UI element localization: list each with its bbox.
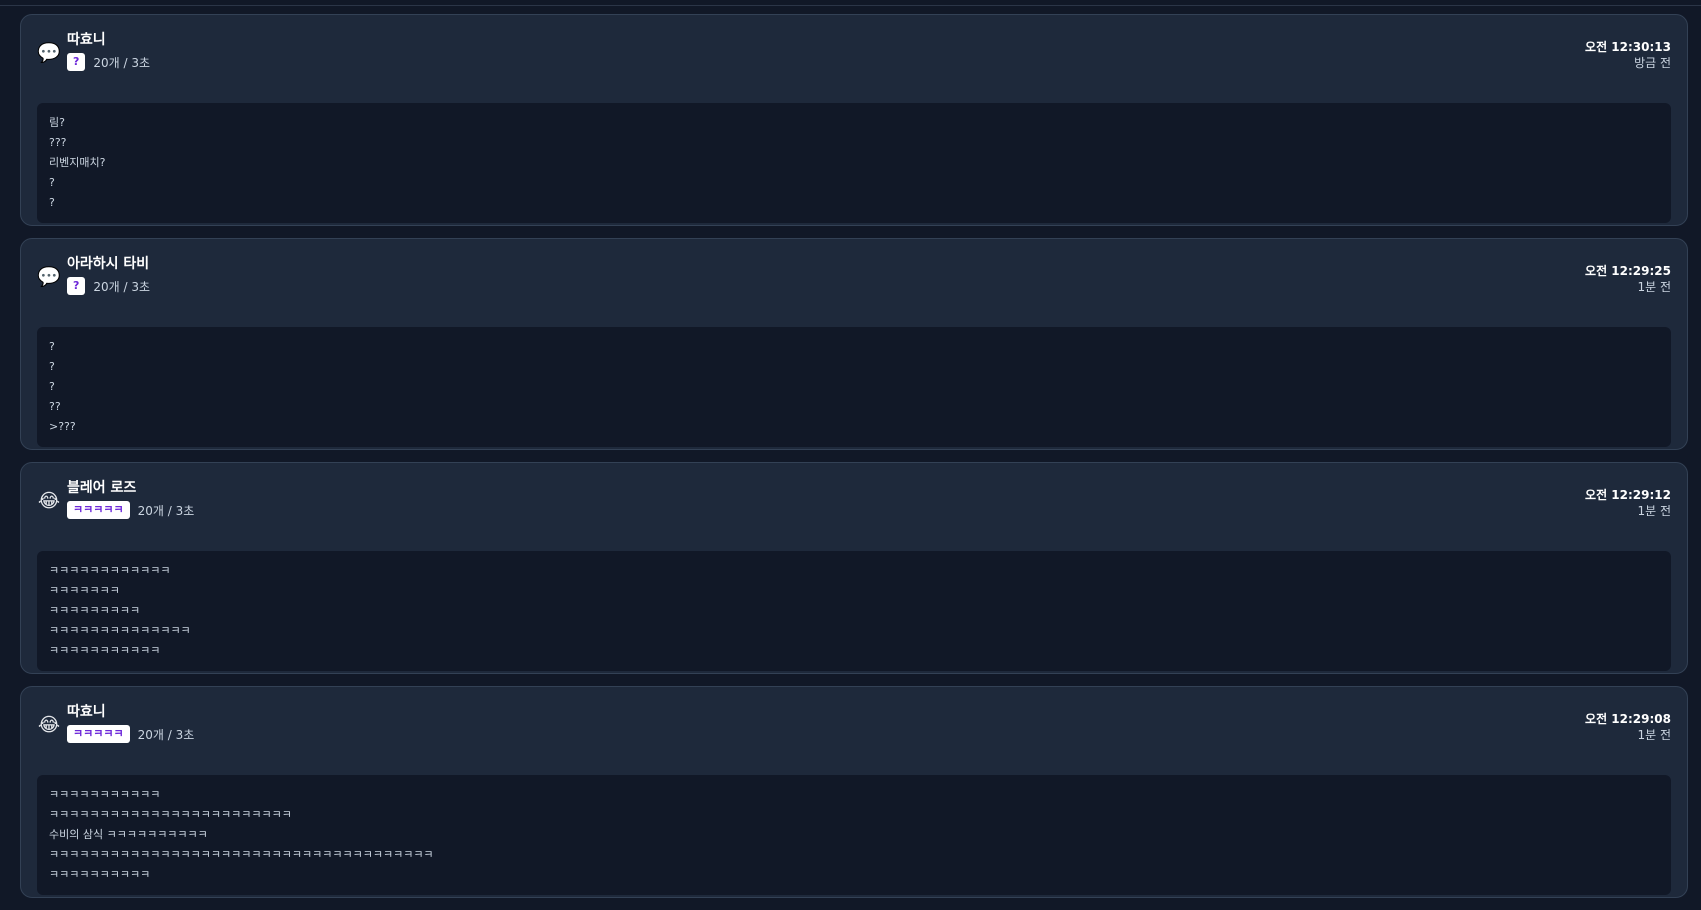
relative-time: 방금 전 <box>1634 56 1671 70</box>
highlight-card[interactable]: 😂 따효니 ㅋㅋㅋㅋㅋ 20개 / 3초 오전 12:29:08 1분 전 ㅋㅋ… <box>20 686 1688 898</box>
laughing-face-icon: 😂 <box>37 714 61 736</box>
relative-time: 1분 전 <box>1637 280 1671 294</box>
meta-row: ? 20개 / 3초 <box>67 53 150 71</box>
highlight-card[interactable]: 💬 아라하시 타비 ? 20개 / 3초 오전 12:29:25 1분 전 ? … <box>20 238 1688 450</box>
message-line: ? <box>49 360 55 373</box>
speech-bubble-icon: 💬 <box>37 266 61 288</box>
message-line: 리벤지매치? <box>49 156 106 169</box>
message-line: ㅋㅋㅋㅋㅋㅋㅋㅋㅋㅋㅋ <box>49 644 161 657</box>
meta-row: ㅋㅋㅋㅋㅋ 20개 / 3초 <box>67 501 194 519</box>
message-line: >??? <box>49 420 76 433</box>
chat-highlight-feed: 💬 따효니 ? 20개 / 3초 오전 12:30:13 방금 전 림? ???… <box>20 14 1688 910</box>
relative-time: 1분 전 <box>1637 728 1671 742</box>
user-block: 따효니 ? 20개 / 3초 <box>67 31 150 71</box>
keyword-badge: ㅋㅋㅋㅋㅋ <box>67 501 130 519</box>
meta-row: ㅋㅋㅋㅋㅋ 20개 / 3초 <box>67 725 194 743</box>
timestamp: 오전 12:29:12 <box>1585 488 1671 502</box>
card-header-left: 💬 아라하시 타비 ? 20개 / 3초 <box>37 255 150 295</box>
highlight-card[interactable]: 😂 블레어 로즈 ㅋㅋㅋㅋㅋ 20개 / 3초 오전 12:29:12 1분 전… <box>20 462 1688 674</box>
user-block: 아라하시 타비 ? 20개 / 3초 <box>67 255 150 295</box>
count-text: 20개 / 3초 <box>137 727 195 742</box>
card-header: 😂 따효니 ㅋㅋㅋㅋㅋ 20개 / 3초 오전 12:29:08 1분 전 <box>37 703 1671 763</box>
highlight-card[interactable]: 💬 따효니 ? 20개 / 3초 오전 12:30:13 방금 전 림? ???… <box>20 14 1688 226</box>
username: 따효니 <box>67 32 106 48</box>
count-text: 20개 / 3초 <box>93 279 151 294</box>
keyword-badge: ? <box>67 277 86 295</box>
message-box: ? ? ? ?? >??? <box>37 327 1671 447</box>
message-box: ㅋㅋㅋㅋㅋㅋㅋㅋㅋㅋㅋ ㅋㅋㅋㅋㅋㅋㅋㅋㅋㅋㅋㅋㅋㅋㅋㅋㅋㅋㅋㅋㅋㅋㅋㅋ 수비의… <box>37 775 1671 895</box>
message-box: 림? ??? 리벤지매치? ? ? <box>37 103 1671 223</box>
card-header: 💬 따효니 ? 20개 / 3초 오전 12:30:13 방금 전 <box>37 31 1671 91</box>
top-divider <box>0 0 1701 6</box>
relative-time: 1분 전 <box>1637 504 1671 518</box>
message-line: ? <box>49 340 55 353</box>
username: 아라하시 타비 <box>67 256 150 272</box>
count-text: 20개 / 3초 <box>137 503 195 518</box>
timestamp: 오전 12:29:08 <box>1585 712 1671 726</box>
card-header-left: 💬 따효니 ? 20개 / 3초 <box>37 31 150 71</box>
user-block: 따효니 ㅋㅋㅋㅋㅋ 20개 / 3초 <box>67 703 194 743</box>
message-line: ㅋㅋㅋㅋㅋㅋㅋ <box>49 584 120 597</box>
message-line: ㅋㅋㅋㅋㅋㅋㅋㅋㅋ <box>49 604 141 617</box>
message-line: ??? <box>49 136 67 149</box>
meta-row: ? 20개 / 3초 <box>67 277 150 295</box>
message-line: ㅋㅋㅋㅋㅋㅋㅋㅋㅋㅋㅋㅋㅋㅋㅋㅋㅋㅋㅋㅋㅋㅋㅋㅋㅋㅋㅋㅋㅋㅋㅋㅋㅋㅋㅋㅋㅋㅋ <box>49 848 434 861</box>
card-header-right: 오전 12:30:13 방금 전 <box>1585 31 1671 71</box>
message-line: ?? <box>49 400 61 413</box>
message-line: ㅋㅋㅋㅋㅋㅋㅋㅋㅋㅋㅋㅋ <box>49 564 171 577</box>
username: 따효니 <box>67 704 106 720</box>
message-line: ? <box>49 196 55 209</box>
speech-bubble-icon: 💬 <box>37 42 61 64</box>
count-text: 20개 / 3초 <box>93 55 151 70</box>
message-line: ㅋㅋㅋㅋㅋㅋㅋㅋㅋㅋㅋ <box>49 788 161 801</box>
card-header-right: 오전 12:29:12 1분 전 <box>1585 479 1671 519</box>
message-line: ㅋㅋㅋㅋㅋㅋㅋㅋㅋㅋㅋㅋㅋㅋㅋㅋㅋㅋㅋㅋㅋㅋㅋㅋ <box>49 808 292 821</box>
message-box: ㅋㅋㅋㅋㅋㅋㅋㅋㅋㅋㅋㅋ ㅋㅋㅋㅋㅋㅋㅋ ㅋㅋㅋㅋㅋㅋㅋㅋㅋ ㅋㅋㅋㅋㅋㅋㅋㅋㅋ… <box>37 551 1671 671</box>
message-line: 림? <box>49 116 65 129</box>
message-line: ? <box>49 380 55 393</box>
keyword-badge: ㅋㅋㅋㅋㅋ <box>67 725 130 743</box>
card-header: 😂 블레어 로즈 ㅋㅋㅋㅋㅋ 20개 / 3초 오전 12:29:12 1분 전 <box>37 479 1671 539</box>
message-line: 수비의 삼식 ㅋㅋㅋㅋㅋㅋㅋㅋㅋㅋ <box>49 828 208 841</box>
message-line: ? <box>49 176 55 189</box>
keyword-badge: ? <box>67 53 86 71</box>
laughing-face-icon: 😂 <box>37 490 61 512</box>
username: 블레어 로즈 <box>67 480 137 496</box>
message-line: ㅋㅋㅋㅋㅋㅋㅋㅋㅋㅋㅋㅋㅋㅋ <box>49 624 191 637</box>
card-header-right: 오전 12:29:25 1분 전 <box>1585 255 1671 295</box>
message-line: ㅋㅋㅋㅋㅋㅋㅋㅋㅋㅋ <box>49 868 151 881</box>
card-header-right: 오전 12:29:08 1분 전 <box>1585 703 1671 743</box>
card-header-left: 😂 따효니 ㅋㅋㅋㅋㅋ 20개 / 3초 <box>37 703 194 743</box>
timestamp: 오전 12:30:13 <box>1585 40 1671 54</box>
card-header: 💬 아라하시 타비 ? 20개 / 3초 오전 12:29:25 1분 전 <box>37 255 1671 315</box>
timestamp: 오전 12:29:25 <box>1585 264 1671 278</box>
card-header-left: 😂 블레어 로즈 ㅋㅋㅋㅋㅋ 20개 / 3초 <box>37 479 194 519</box>
user-block: 블레어 로즈 ㅋㅋㅋㅋㅋ 20개 / 3초 <box>67 479 194 519</box>
